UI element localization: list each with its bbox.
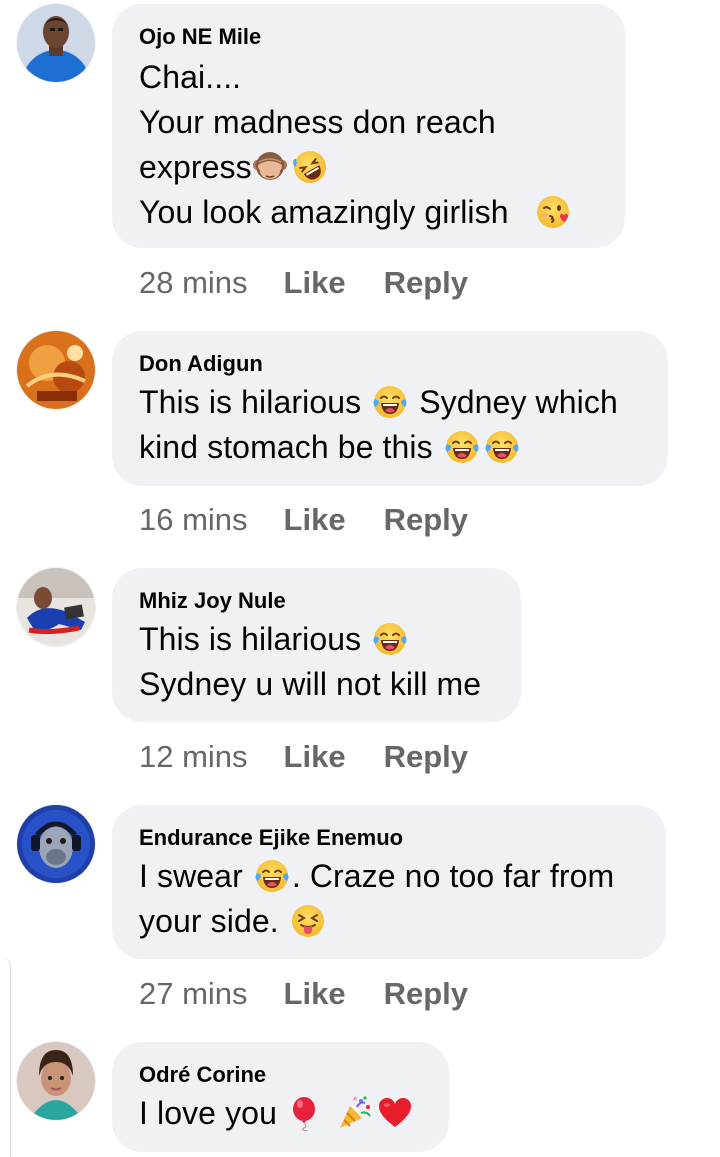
balloon-icon	[288, 1095, 324, 1131]
face-with-tears-of-joy-icon	[254, 858, 290, 894]
reply-button[interactable]: Reply	[384, 265, 468, 300]
comment-author[interactable]: Mhiz Joy Nule	[139, 588, 495, 614]
comment-bubble: Endurance Ejike Enemuo I swear . Craze n…	[112, 805, 666, 959]
comment-text-line: I love you	[139, 1091, 423, 1136]
comment-author[interactable]: Endurance Ejike Enemuo	[139, 825, 640, 851]
comment-actions: 28 mins Like Reply	[139, 265, 468, 301]
comment-author[interactable]: Ojo NE Mile	[139, 24, 599, 50]
avatar[interactable]	[17, 1042, 95, 1120]
avatar[interactable]	[17, 568, 95, 646]
comment-bubble: Mhiz Joy Nule This is hilarious Sydney u…	[112, 568, 521, 722]
comment-text-line: kind stomach be this	[139, 425, 642, 470]
comment-text-fragment: This is hilarious	[139, 621, 362, 657]
face-with-tears-of-joy-icon	[372, 384, 408, 420]
avatar[interactable]	[17, 331, 95, 409]
squinting-face-with-tongue-icon	[290, 903, 326, 939]
comment-text-fragment: I love you	[139, 1095, 277, 1131]
comment-text-line: express	[139, 145, 599, 190]
like-button[interactable]: Like	[284, 265, 346, 300]
comment-text-line: I swear . Craze no too far from	[139, 854, 640, 899]
comment-text-fragment: kind stomach be this	[139, 429, 433, 465]
comment-text-fragment: This is hilarious	[139, 384, 362, 420]
party-popper-icon	[337, 1095, 373, 1131]
page-edge-divider	[0, 956, 11, 1157]
comment-timestamp[interactable]: 28 mins	[139, 265, 248, 300]
comment-text-fragment: You look amazingly girlish	[139, 194, 509, 230]
comment-text-fragment: your side.	[139, 903, 279, 939]
comment-text-line: This is hilarious Sydney which	[139, 380, 642, 425]
comment-text-line: You look amazingly girlish	[139, 190, 599, 235]
comment-text-line: Sydney u will not kill me	[139, 666, 482, 702]
comment-text-fragment: I swear	[139, 858, 243, 894]
comment-actions: 12 mins Like Reply	[139, 739, 468, 775]
rolling-on-floor-laughing-icon	[292, 149, 328, 185]
comment-text-line: your side.	[139, 899, 640, 944]
comment-text-fragment: express	[139, 149, 252, 185]
comment-text-line: This is hilarious	[139, 617, 495, 662]
comment-bubble: Ojo NE Mile Chai.... Your madness don re…	[112, 4, 625, 248]
like-button[interactable]: Like	[284, 502, 346, 537]
reply-button[interactable]: Reply	[384, 739, 468, 774]
comment-timestamp[interactable]: 27 mins	[139, 976, 248, 1011]
face-blowing-kiss-icon	[535, 194, 571, 230]
avatar[interactable]	[17, 805, 95, 883]
reply-button[interactable]: Reply	[384, 976, 468, 1011]
comment-author[interactable]: Odré Corine	[139, 1062, 423, 1088]
like-button[interactable]: Like	[284, 739, 346, 774]
comment-bubble: Odré Corine I love you	[112, 1042, 449, 1152]
face-with-tears-of-joy-icon	[444, 429, 480, 465]
comment-bubble: Don Adigun This is hilarious Sydney whic…	[112, 331, 668, 486]
avatar[interactable]	[17, 4, 95, 82]
comment-actions: 27 mins Like Reply	[139, 976, 468, 1012]
comment-text-fragment: Sydney which	[419, 384, 618, 420]
comment-timestamp[interactable]: 12 mins	[139, 739, 248, 774]
comment-timestamp[interactable]: 16 mins	[139, 502, 248, 537]
comment-text-fragment: . Craze no too far from	[291, 858, 615, 894]
see-no-evil-monkey-icon	[252, 149, 288, 185]
comment-text-line: Your madness don reach	[139, 104, 496, 140]
comment-author[interactable]: Don Adigun	[139, 351, 642, 377]
face-with-tears-of-joy-icon	[484, 429, 520, 465]
face-with-tears-of-joy-icon	[372, 621, 408, 657]
like-button[interactable]: Like	[284, 976, 346, 1011]
comment-actions: 16 mins Like Reply	[139, 502, 468, 538]
red-heart-icon	[377, 1095, 413, 1131]
reply-button[interactable]: Reply	[384, 502, 468, 537]
comment-text-line: Chai....	[139, 59, 242, 95]
